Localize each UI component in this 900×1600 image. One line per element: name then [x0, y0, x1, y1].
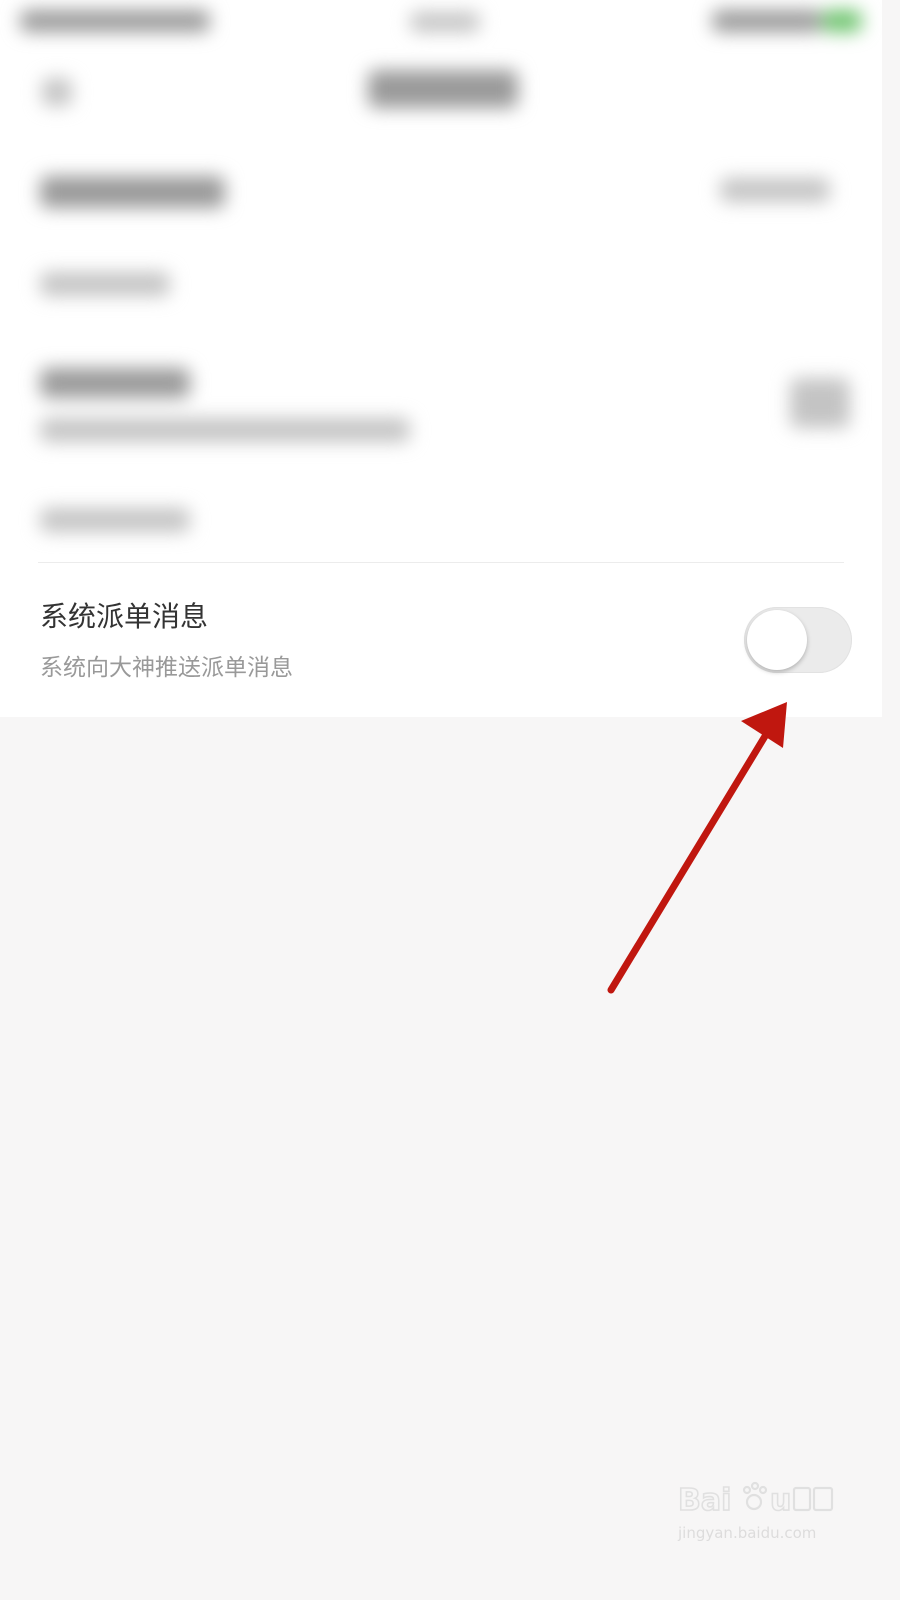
- status-bar-center: [410, 12, 480, 32]
- blurred-row3: [40, 508, 190, 532]
- battery-icon: [822, 10, 862, 32]
- blurred-row2-desc: [40, 418, 410, 442]
- toggle-knob: [747, 610, 807, 670]
- setting-title: 系统派单消息: [40, 600, 209, 633]
- svg-text:u: u: [770, 1483, 791, 1518]
- dispatch-toggle[interactable]: [744, 607, 852, 673]
- blurred-region: [0, 0, 882, 560]
- page-title: [368, 70, 518, 108]
- svg-text:Bai: Bai: [678, 1483, 731, 1518]
- back-icon[interactable]: [42, 78, 72, 106]
- watermark-url: jingyan.baidu.com: [678, 1524, 817, 1542]
- blurred-row2-title: [40, 368, 190, 398]
- status-bar-left: [20, 10, 210, 32]
- setting-description: 系统向大神推送派单消息: [40, 655, 293, 681]
- status-bar-right: [712, 10, 822, 32]
- blurred-row-value[interactable]: [720, 178, 830, 202]
- watermark: Bai u jingyan.baidu.com: [672, 1470, 842, 1550]
- blurred-row-subtitle: [40, 272, 170, 296]
- baidu-jingyan-logo: Bai u: [677, 1481, 834, 1519]
- blurred-row-title: [40, 176, 225, 208]
- blurred-row2-toggle[interactable]: [790, 378, 850, 428]
- arrow-shaft: [607, 724, 774, 994]
